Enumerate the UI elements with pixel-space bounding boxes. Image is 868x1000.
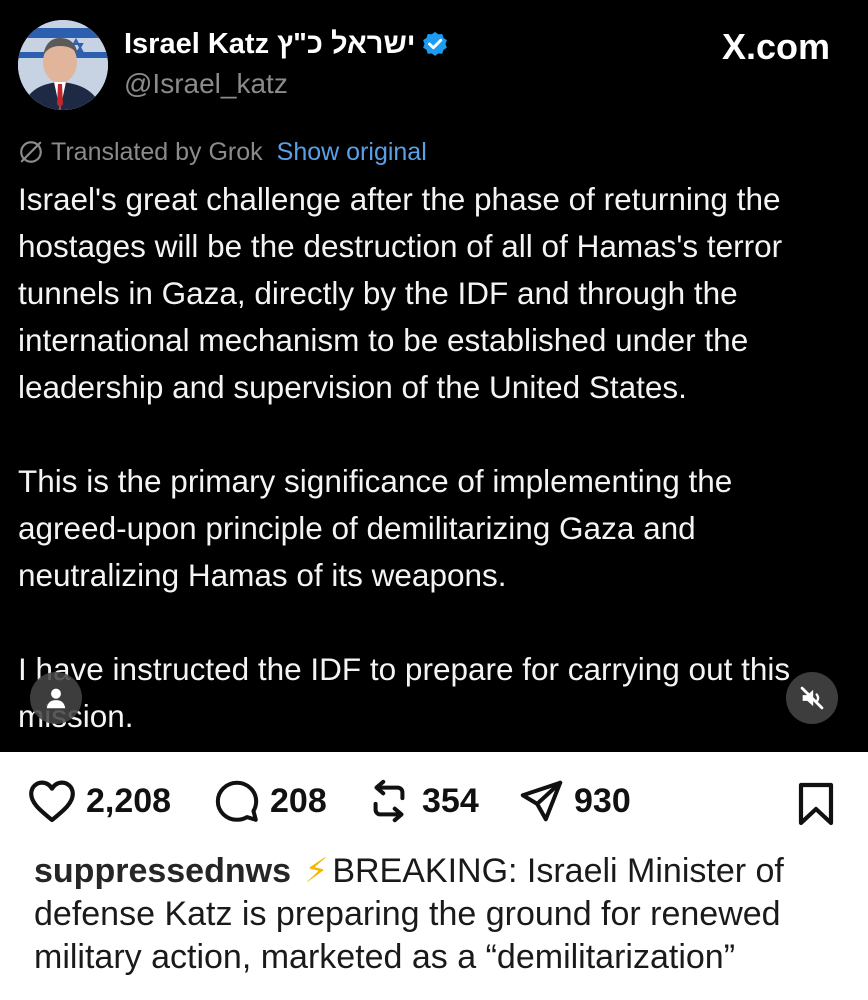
action-bar: 2,208 208 354 930 (0, 752, 868, 850)
send-icon (520, 780, 563, 822)
lightning-icon: ⚡ (304, 852, 329, 890)
post-caption: suppressednws ⚡ BREAKING: Israeli Ministe… (34, 850, 854, 979)
tweet-paragraph-1: Israel's great challenge after the phase… (18, 181, 783, 405)
share-count: 930 (574, 781, 631, 820)
translation-row: Translated by Grok Show original (18, 136, 427, 168)
caption-username[interactable]: suppressednws (34, 852, 291, 890)
repost-icon (373, 779, 405, 823)
like-button[interactable]: 2,208 (28, 778, 171, 824)
mute-button[interactable] (786, 672, 838, 724)
grok-icon (20, 141, 42, 163)
comment-button[interactable]: 208 (214, 778, 327, 824)
share-button[interactable]: 930 (518, 778, 631, 824)
tweet-paragraph-2: This is the primary significance of impl… (18, 463, 733, 593)
bookmark-icon[interactable] (796, 782, 836, 826)
site-label: X.com (721, 26, 830, 67)
repost-button[interactable]: 354 (366, 778, 479, 824)
tagged-user-button[interactable] (30, 672, 82, 724)
comment-icon (215, 780, 259, 822)
verified-badge-icon (423, 31, 447, 56)
comment-count: 208 (270, 781, 327, 820)
person-icon (46, 688, 66, 709)
translation-label: Translated by Grok (51, 137, 263, 166)
heart-icon (29, 780, 75, 823)
avatar[interactable] (18, 20, 108, 110)
speaker-muted-icon (800, 686, 824, 710)
avatar-image (18, 20, 108, 110)
author-name[interactable]: Israel Katz ישראל כ"ץ (124, 28, 416, 61)
tweet-text: Israel's great challenge after the phase… (18, 176, 848, 740)
repost-count: 354 (422, 781, 479, 820)
show-original-link[interactable]: Show original (277, 138, 427, 167)
author-name-latin: Israel Katz (124, 28, 270, 60)
tweet-paragraph-3: I have instructed the IDF to prepare for… (18, 651, 791, 734)
like-count: 2,208 (86, 781, 172, 820)
post-media[interactable]: Israel Katz ישראל כ"ץ @Israel_katz X.com… (0, 0, 868, 752)
author-handle[interactable]: @Israel_katz (124, 68, 288, 100)
author-name-hebrew: ישראל כ"ץ (277, 28, 416, 60)
